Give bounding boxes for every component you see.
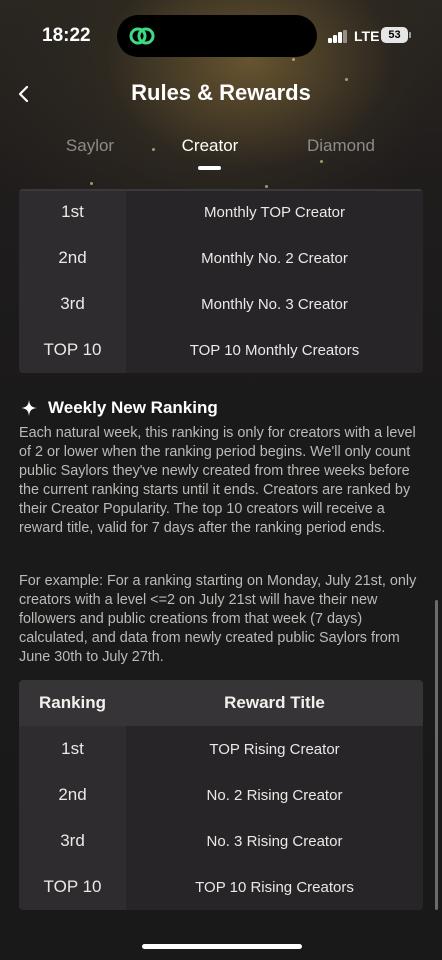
reward-cell: No. 3 Rising Creator bbox=[126, 818, 423, 864]
table-row: 1st Monthly TOP Creator bbox=[19, 189, 423, 235]
sparkle-icon bbox=[21, 400, 37, 416]
app-link-icon bbox=[129, 27, 155, 45]
reward-cell: TOP 10 Rising Creators bbox=[126, 864, 423, 910]
tab-bar: Saylor Creator Diamond bbox=[0, 136, 442, 172]
weekly-description: Each natural week, this ranking is only … bbox=[19, 425, 416, 536]
tab-saylor[interactable]: Saylor bbox=[66, 136, 114, 156]
network-label: LTE bbox=[354, 28, 380, 44]
rank-cell: 3rd bbox=[19, 281, 126, 327]
rank-cell: TOP 10 bbox=[19, 327, 126, 373]
rank-cell: 2nd bbox=[19, 772, 126, 818]
reward-cell: Monthly No. 2 Creator bbox=[126, 235, 423, 281]
battery-icon: 53 bbox=[381, 27, 411, 43]
active-tab-indicator bbox=[198, 166, 221, 170]
table-row: 2nd No. 2 Rising Creator bbox=[19, 772, 423, 818]
section-title-text: Weekly New Ranking bbox=[48, 398, 218, 417]
status-time: 18:22 bbox=[42, 25, 91, 46]
scrollbar[interactable] bbox=[435, 600, 438, 910]
page-title: Rules & Rewards bbox=[131, 80, 311, 105]
reward-cell: No. 2 Rising Creator bbox=[126, 772, 423, 818]
table-row: 2nd Monthly No. 2 Creator bbox=[19, 235, 423, 281]
reward-cell: Monthly No. 3 Creator bbox=[126, 281, 423, 327]
rank-cell: 1st bbox=[19, 189, 126, 235]
table-row: 3rd No. 3 Rising Creator bbox=[19, 818, 423, 864]
monthly-reward-table: 1st Monthly TOP Creator 2nd Monthly No. … bbox=[19, 189, 423, 373]
dynamic-island bbox=[117, 15, 317, 57]
sparkle-decoration bbox=[90, 182, 93, 185]
reward-cell: Monthly TOP Creator bbox=[126, 189, 423, 235]
table-header-row: Ranking Reward Title bbox=[19, 680, 423, 726]
header-reward-title: Reward Title bbox=[126, 680, 423, 726]
rank-cell: 2nd bbox=[19, 235, 126, 281]
sparkle-decoration bbox=[265, 185, 268, 188]
status-bar: 18:22 LTE 53 bbox=[0, 0, 442, 70]
tab-diamond[interactable]: Diamond bbox=[307, 136, 375, 156]
section-title: Weekly New Ranking bbox=[20, 398, 218, 418]
table-row: 3rd Monthly No. 3 Creator bbox=[19, 281, 423, 327]
rank-cell: TOP 10 bbox=[19, 864, 126, 910]
reward-cell: TOP Rising Creator bbox=[126, 726, 423, 772]
weekly-reward-table: Ranking Reward Title 1st TOP Rising Crea… bbox=[19, 680, 423, 910]
reward-cell: TOP 10 Monthly Creators bbox=[126, 327, 423, 373]
table-row: TOP 10 TOP 10 Monthly Creators bbox=[19, 327, 423, 373]
tab-creator[interactable]: Creator bbox=[182, 136, 239, 156]
rank-cell: 3rd bbox=[19, 818, 126, 864]
table-row: 1st TOP Rising Creator bbox=[19, 726, 423, 772]
table-row: TOP 10 TOP 10 Rising Creators bbox=[19, 864, 423, 910]
rank-cell: 1st bbox=[19, 726, 126, 772]
home-indicator[interactable] bbox=[142, 944, 302, 949]
weekly-example: For example: For a ranking starting on M… bbox=[19, 573, 417, 665]
signal-icon bbox=[328, 30, 348, 43]
header-ranking: Ranking bbox=[19, 680, 126, 726]
